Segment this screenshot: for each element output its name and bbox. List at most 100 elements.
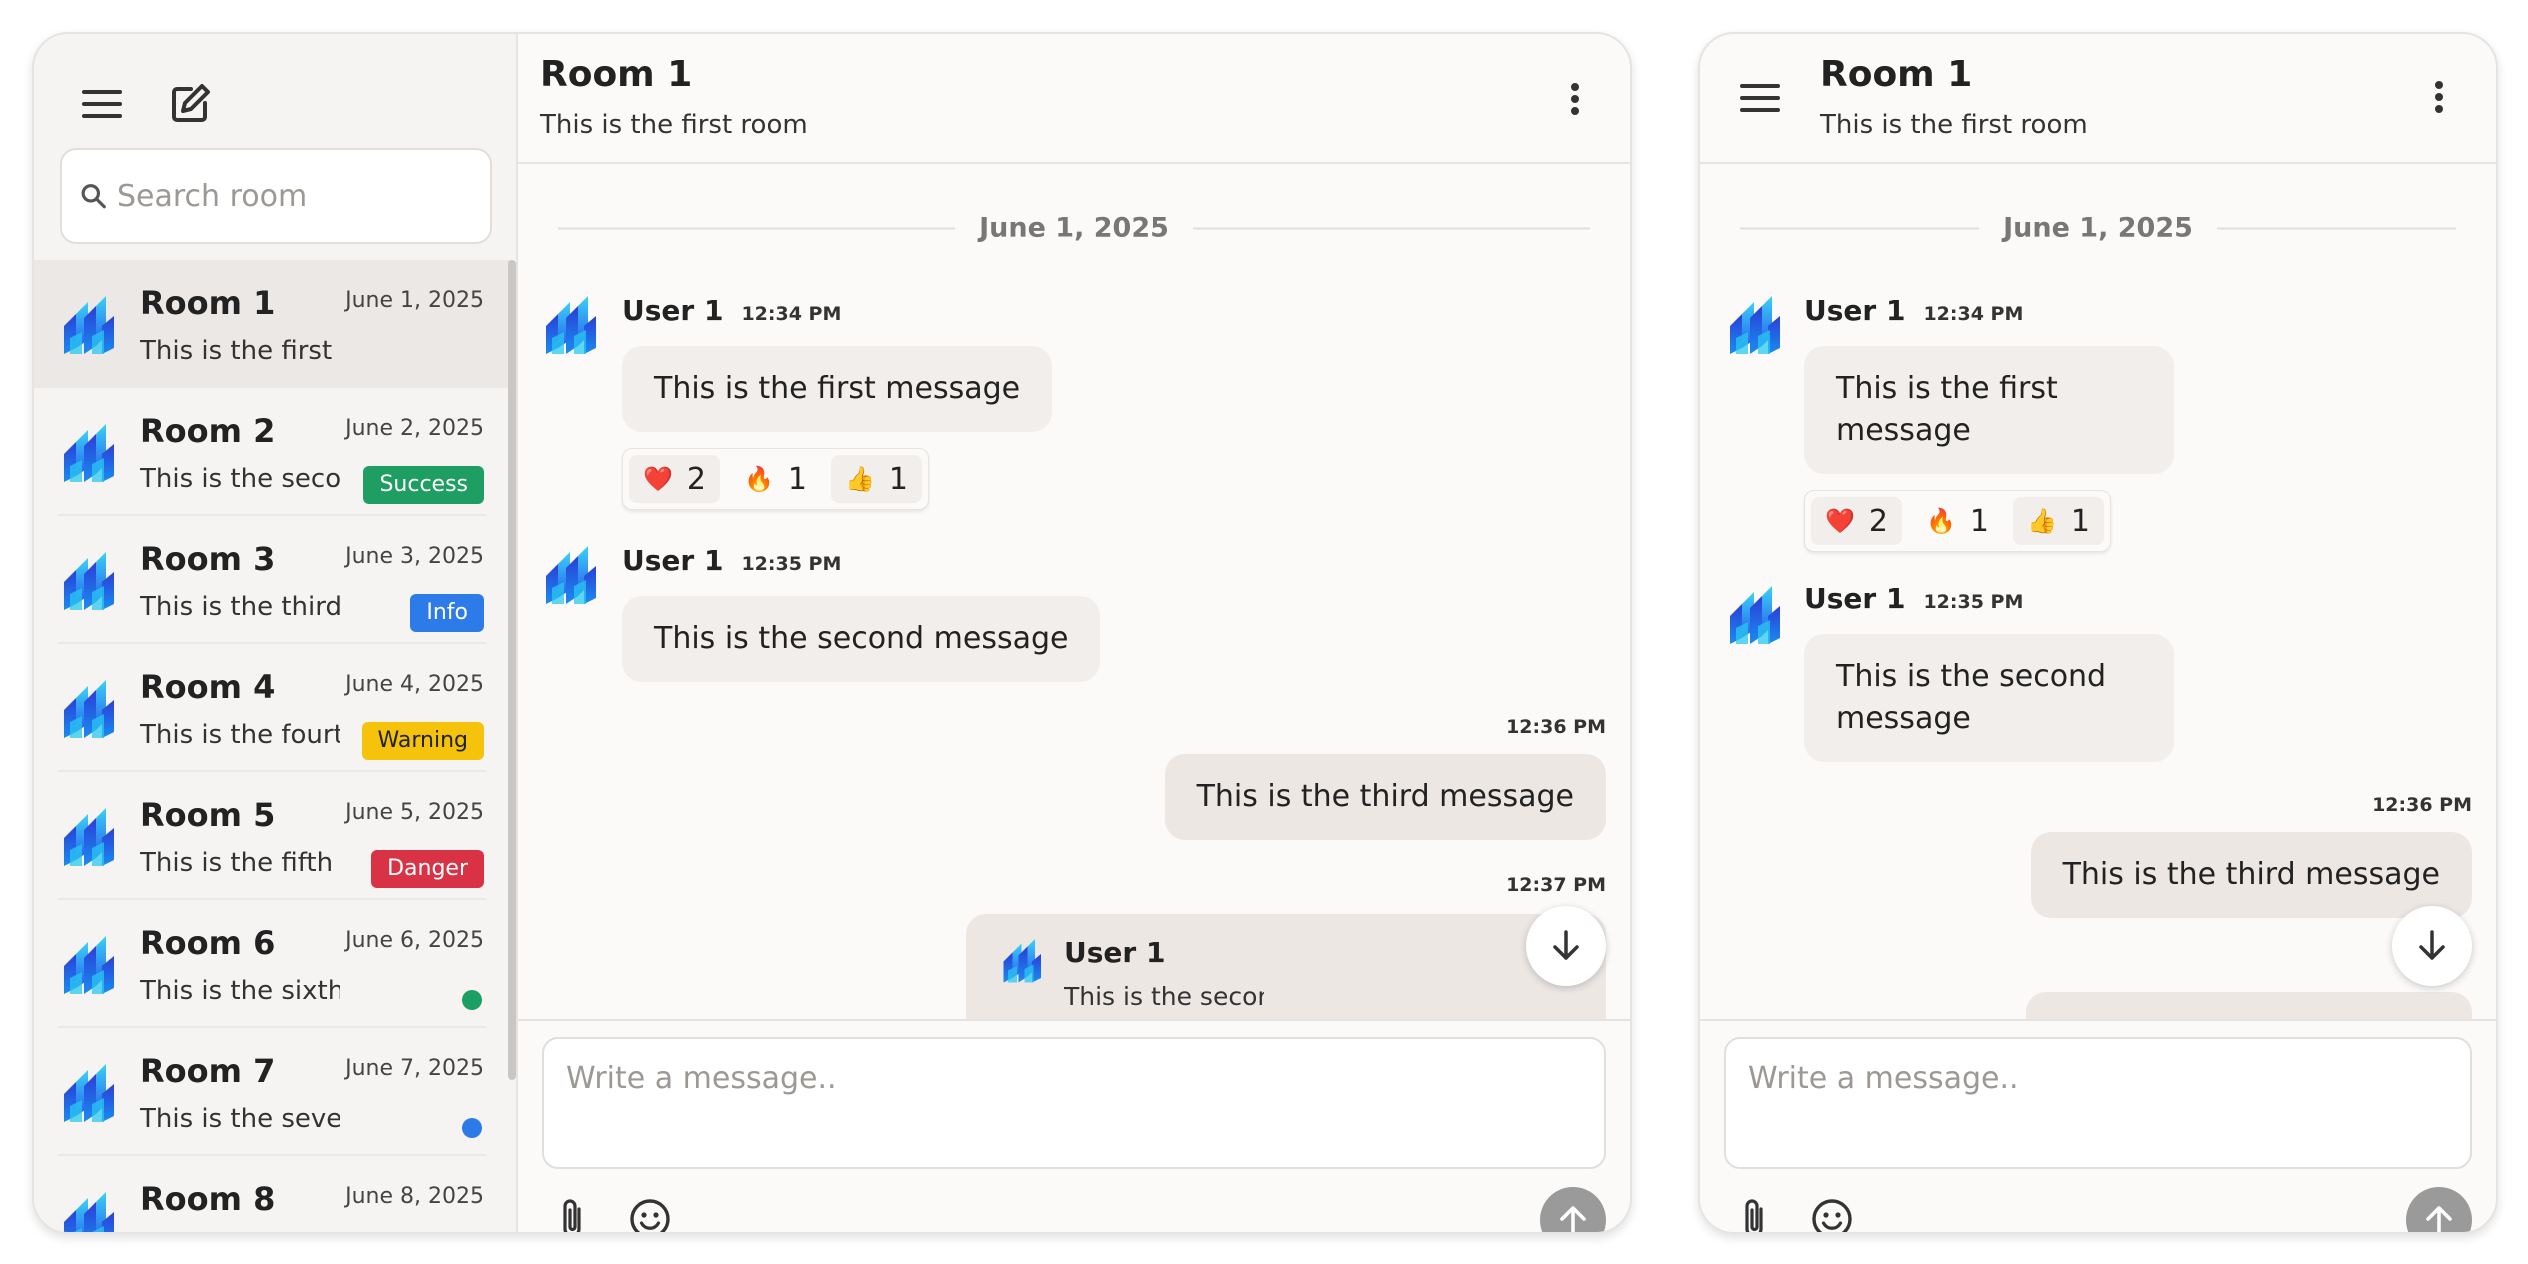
reaction-bar: ❤️ 2 🔥 1 👍 1 bbox=[622, 448, 929, 510]
chat-panel: Room 1 This is the first room June 1, 20… bbox=[1700, 34, 2496, 1232]
message-list: June 1, 2025 User 1 12:34 PM This is the … bbox=[1700, 166, 2496, 1019]
message-time: 12:37 PM bbox=[1506, 874, 1606, 896]
my-message-bubble: This is the third message bbox=[1164, 754, 1606, 840]
message-time: 12:36 PM bbox=[1506, 716, 1606, 738]
status-badge-danger: Danger bbox=[371, 850, 484, 888]
message-bubble: This is the second message bbox=[622, 596, 1101, 682]
chat-title: Room 1 bbox=[540, 54, 693, 95]
status-badge-warning: Warning bbox=[361, 722, 484, 760]
chat-panel: Room 1 This is the first room June 1, 20… bbox=[518, 34, 1630, 1232]
message-input[interactable] bbox=[542, 1037, 1606, 1169]
menu-icon[interactable] bbox=[1730, 68, 1790, 128]
reaction-heart[interactable]: ❤️ 2 bbox=[1811, 497, 1902, 545]
message-input[interactable] bbox=[1724, 1037, 2472, 1169]
room-name: Room 2 bbox=[140, 412, 276, 450]
composer bbox=[518, 1019, 1630, 1232]
date-separator: June 1, 2025 bbox=[558, 212, 1591, 244]
room-item-6[interactable]: Room 6 June 6, 2025 This is the sixth me… bbox=[58, 900, 486, 1028]
search-icon bbox=[81, 184, 106, 209]
status-badge-success: Success bbox=[363, 466, 484, 504]
room-avatar bbox=[62, 1188, 118, 1234]
room-item-8[interactable]: Room 8 June 8, 2025 bbox=[58, 1156, 486, 1234]
status-badge-info: Info bbox=[410, 594, 484, 632]
chat-header: Room 1 This is the first room bbox=[518, 34, 1630, 164]
status-dot-blue bbox=[462, 1118, 482, 1138]
room-list-scrollbar[interactable] bbox=[508, 260, 516, 1080]
kebab-icon[interactable] bbox=[2414, 72, 2464, 122]
room-date: June 2, 2025 bbox=[345, 416, 484, 441]
message-time: 12:35 PM bbox=[741, 553, 842, 575]
kebab-icon[interactable] bbox=[1550, 74, 1600, 124]
reaction-thumbs-up[interactable]: 👍 1 bbox=[830, 455, 922, 503]
room-last-message: This is the sixth message bbox=[140, 976, 340, 1006]
user-avatar bbox=[1728, 582, 1784, 646]
message-bubble: This is the second message bbox=[1804, 634, 2174, 762]
message-time: 12:36 PM bbox=[2372, 794, 2472, 816]
reply-text: This is the second message bbox=[1064, 982, 1264, 1011]
reaction-bar: ❤️ 2 🔥 1 👍 1 bbox=[1804, 490, 2111, 552]
reply-author: User 1 bbox=[1064, 936, 1166, 969]
room-item-3[interactable]: Room 3 June 3, 2025 This is the third me… bbox=[58, 516, 486, 644]
arrow-up-icon[interactable] bbox=[1540, 1187, 1606, 1232]
room-item-2[interactable]: Room 2 June 2, 2025 This is the second m… bbox=[58, 388, 486, 516]
room-name: Room 6 bbox=[140, 924, 276, 962]
date-separator-label: June 1, 2025 bbox=[2003, 212, 2193, 244]
message-time: 12:34 PM bbox=[741, 303, 842, 325]
smiley-icon[interactable] bbox=[620, 1189, 680, 1232]
message-time: 12:35 PM bbox=[1923, 591, 2024, 613]
sidebar-toolbar bbox=[72, 74, 220, 134]
room-avatar bbox=[62, 420, 118, 484]
arrow-up-icon[interactable] bbox=[2406, 1187, 2472, 1232]
room-date: June 6, 2025 bbox=[345, 928, 484, 953]
room-avatar bbox=[62, 1060, 118, 1124]
my-message-bubble: This is the third message bbox=[2030, 832, 2472, 918]
user-avatar bbox=[1728, 292, 1784, 356]
room-avatar bbox=[62, 932, 118, 996]
reaction-heart[interactable]: ❤️ 2 bbox=[629, 455, 720, 503]
room-last-message: This is the fifth message bbox=[140, 848, 340, 878]
room-date: June 4, 2025 bbox=[345, 672, 484, 697]
room-name: Room 8 bbox=[140, 1180, 276, 1218]
arrow-down-icon[interactable] bbox=[1526, 906, 1606, 986]
room-date: June 8, 2025 bbox=[345, 1184, 484, 1209]
composer bbox=[1700, 1019, 2496, 1232]
paperclip-icon[interactable] bbox=[1724, 1189, 1784, 1232]
smiley-icon[interactable] bbox=[1802, 1189, 1862, 1232]
room-date: June 1, 2025 bbox=[345, 288, 484, 313]
room-item-1[interactable]: Room 1 June 1, 2025 This is the first me… bbox=[34, 260, 510, 388]
room-last-message: This is the second message bbox=[140, 464, 340, 494]
reply-bubble bbox=[2026, 992, 2472, 1019]
chat-window-narrow: Room 1 This is the first room June 1, 20… bbox=[1698, 32, 2498, 1234]
room-last-message: This is the first message bbox=[140, 336, 340, 366]
room-item-7[interactable]: Room 7 June 7, 2025 This is the seventh … bbox=[58, 1028, 486, 1156]
room-item-4[interactable]: Room 4 June 4, 2025 This is the fourth m… bbox=[58, 644, 486, 772]
reaction-thumbs-up[interactable]: 👍 1 bbox=[2012, 497, 2104, 545]
search-input[interactable] bbox=[117, 178, 490, 214]
date-separator-label: June 1, 2025 bbox=[979, 212, 1169, 244]
user-avatar bbox=[544, 542, 600, 606]
chat-title: Room 1 bbox=[1820, 54, 1973, 95]
room-name: Room 3 bbox=[140, 540, 276, 578]
room-avatar bbox=[62, 548, 118, 612]
room-date: June 7, 2025 bbox=[345, 1056, 484, 1081]
room-last-message: This is the fourth message bbox=[140, 720, 340, 750]
reaction-fire[interactable]: 🔥 1 bbox=[730, 455, 821, 503]
room-avatar bbox=[62, 676, 118, 740]
message-list: June 1, 2025 User 1 12:34 PM This is the … bbox=[518, 166, 1630, 1019]
room-date: June 3, 2025 bbox=[345, 544, 484, 569]
chat-window-wide: Room 1 June 1, 2025 This is the first me… bbox=[32, 32, 1632, 1234]
chat-subtitle: This is the first room bbox=[540, 110, 808, 140]
reply-bubble: User 1 This is the second message bbox=[966, 914, 1606, 1019]
edit-icon[interactable] bbox=[160, 74, 220, 134]
message-author: User 1 12:34 PM bbox=[622, 294, 842, 327]
search-box bbox=[60, 148, 492, 244]
reaction-fire[interactable]: 🔥 1 bbox=[1912, 497, 2003, 545]
arrow-down-icon[interactable] bbox=[2392, 906, 2472, 986]
room-item-5[interactable]: Room 5 June 5, 2025 This is the fifth me… bbox=[58, 772, 486, 900]
room-avatar bbox=[62, 292, 118, 356]
menu-icon[interactable] bbox=[72, 74, 132, 134]
paperclip-icon[interactable] bbox=[542, 1189, 602, 1232]
message-time: 12:34 PM bbox=[1923, 303, 2024, 325]
user-avatar bbox=[1002, 936, 1044, 984]
chat-subtitle: This is the first room bbox=[1820, 110, 2088, 140]
